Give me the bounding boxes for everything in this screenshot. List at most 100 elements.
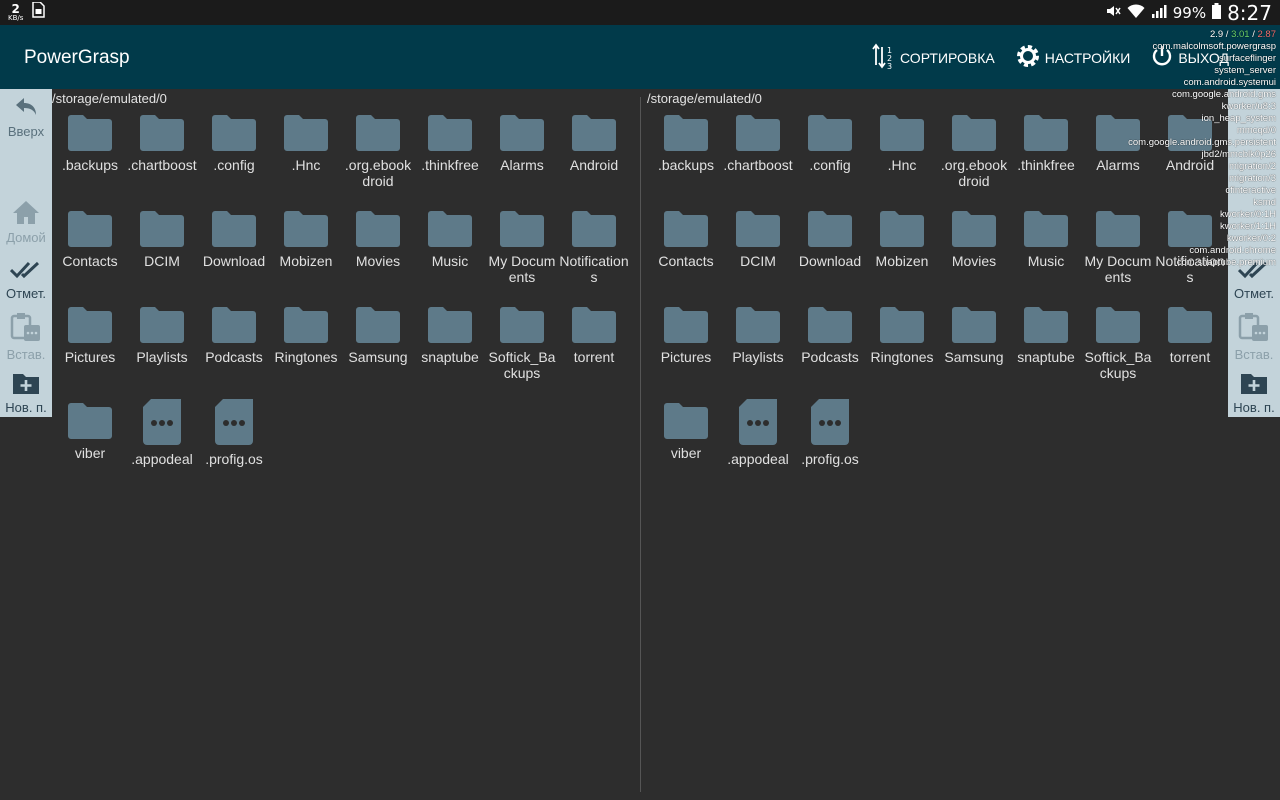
folder-item[interactable]: Pictures — [54, 303, 126, 399]
folder-item[interactable]: Android — [558, 111, 630, 207]
folder-item[interactable]: Podcasts — [794, 303, 866, 399]
folder-item[interactable]: Movies — [938, 207, 1010, 303]
folder-item[interactable]: Mobizen — [270, 207, 342, 303]
folder-icon — [1024, 303, 1068, 347]
folder-icon — [500, 111, 544, 155]
folder-item[interactable]: snaptube — [1010, 303, 1082, 399]
item-name: .org.ebookdroid — [940, 157, 1008, 189]
process-entry: com.google.android.gms — [1171, 89, 1276, 100]
new-folder-button[interactable]: Нов. п. — [0, 371, 52, 415]
folder-item[interactable]: .org.ebookdroid — [938, 111, 1010, 207]
folder-item[interactable]: .thinkfree — [414, 111, 486, 207]
folder-item[interactable]: viber — [54, 399, 126, 495]
folder-item[interactable]: .chartboost — [722, 111, 794, 207]
folder-item[interactable]: My Documents — [486, 207, 558, 303]
folder-item[interactable]: Mobizen — [866, 207, 938, 303]
item-name: .config — [809, 157, 851, 173]
left-pane-path[interactable]: /storage/emulated/0 — [52, 91, 167, 106]
settings-button[interactable]: НАСТРОЙКИ — [1015, 43, 1130, 72]
folder-item[interactable]: Notifications — [558, 207, 630, 303]
paste-button-right[interactable]: Встав. — [1228, 312, 1280, 362]
folder-item[interactable]: Playlists — [722, 303, 794, 399]
folder-item[interactable]: Ringtones — [866, 303, 938, 399]
folder-item[interactable]: .config — [198, 111, 270, 207]
folder-item[interactable]: Music — [1010, 207, 1082, 303]
battery-percent: 99% — [1172, 3, 1207, 22]
folder-item[interactable]: Playlists — [126, 303, 198, 399]
folder-item[interactable]: torrent — [558, 303, 630, 399]
folder-item[interactable]: torrent — [1154, 303, 1226, 399]
item-name: torrent — [1169, 349, 1211, 365]
folder-item[interactable]: Download — [198, 207, 270, 303]
network-speed-value: 2 — [11, 1, 20, 16]
folder-item[interactable]: Ringtones — [270, 303, 342, 399]
item-name: viber — [670, 445, 702, 461]
folder-icon — [428, 303, 472, 347]
item-name: Contacts — [62, 253, 118, 269]
folder-item[interactable]: Softick_Backups — [1082, 303, 1154, 399]
folder-item[interactable]: Samsung — [342, 303, 414, 399]
item-name: Softick_Backups — [488, 349, 556, 381]
folder-item[interactable]: .backups — [54, 111, 126, 207]
clock: 8:27 — [1227, 0, 1272, 25]
up-button[interactable]: Вверх — [0, 95, 52, 139]
folder-icon — [1096, 303, 1140, 347]
folder-item[interactable]: Contacts — [650, 207, 722, 303]
folder-icon — [808, 111, 852, 155]
folder-item[interactable]: .chartboost — [126, 111, 198, 207]
folder-icon — [664, 303, 708, 347]
home-button[interactable]: Домой — [0, 199, 52, 245]
file-item[interactable]: .appodeal — [126, 399, 198, 495]
folder-icon — [140, 207, 184, 251]
item-name: Podcasts — [801, 349, 859, 365]
new-folder-button-right[interactable]: Нов. п. — [1228, 371, 1280, 415]
folder-item[interactable]: .thinkfree — [1010, 111, 1082, 207]
item-name: Movies — [951, 253, 997, 269]
sort-button[interactable]: 123 СОРТИРОВКА — [872, 43, 995, 72]
process-entry: ion_heap_system — [1201, 113, 1276, 124]
folder-item[interactable]: Pictures — [650, 303, 722, 399]
item-name: .chartboost — [127, 157, 197, 173]
folder-item[interactable]: Samsung — [938, 303, 1010, 399]
folder-icon — [808, 207, 852, 251]
folder-item[interactable]: Podcasts — [198, 303, 270, 399]
folder-item[interactable]: Softick_Backups — [486, 303, 558, 399]
folder-item[interactable]: DCIM — [722, 207, 794, 303]
folder-item[interactable]: viber — [650, 399, 722, 495]
item-name: Playlists — [732, 349, 784, 365]
item-name: .backups — [657, 157, 715, 173]
file-item[interactable]: .profig.os — [794, 399, 866, 495]
mark-button[interactable]: Отмет. — [0, 259, 52, 301]
folder-item[interactable]: snaptube — [414, 303, 486, 399]
folder-item[interactable]: Contacts — [54, 207, 126, 303]
process-entry: kworker/u8:3 — [1221, 101, 1276, 112]
file-item[interactable]: .profig.os — [198, 399, 270, 495]
folder-item[interactable]: Alarms — [486, 111, 558, 207]
sim-card-icon — [31, 1, 46, 22]
mark-label: Отмет. — [1234, 286, 1274, 301]
folder-item[interactable]: Download — [794, 207, 866, 303]
signal-icon — [1151, 3, 1167, 23]
folder-item[interactable]: .org.ebookdroid — [342, 111, 414, 207]
item-name: viber — [74, 445, 106, 461]
file-item[interactable]: .appodeal — [722, 399, 794, 495]
folder-item[interactable]: .config — [794, 111, 866, 207]
folder-icon — [500, 207, 544, 251]
item-name: torrent — [573, 349, 615, 365]
item-name: Pictures — [660, 349, 712, 365]
folder-item[interactable]: .backups — [650, 111, 722, 207]
folder-icon — [140, 303, 184, 347]
folder-item[interactable]: .Hnc — [270, 111, 342, 207]
app-title: PowerGrasp — [24, 47, 130, 68]
new-folder-label: Нов. п. — [1233, 400, 1275, 415]
item-name: Softick_Backups — [1084, 349, 1152, 381]
folder-item[interactable]: Movies — [342, 207, 414, 303]
folder-icon — [212, 303, 256, 347]
folder-item[interactable]: Music — [414, 207, 486, 303]
folder-item[interactable]: DCIM — [126, 207, 198, 303]
left-toolbar: Вверх Домой Отмет. Встав. Нов. п. — [0, 89, 52, 417]
folder-item[interactable]: .Hnc — [866, 111, 938, 207]
paste-button[interactable]: Встав. — [0, 312, 52, 362]
item-name: Playlists — [136, 349, 188, 365]
right-pane-path[interactable]: /storage/emulated/0 — [647, 91, 762, 106]
